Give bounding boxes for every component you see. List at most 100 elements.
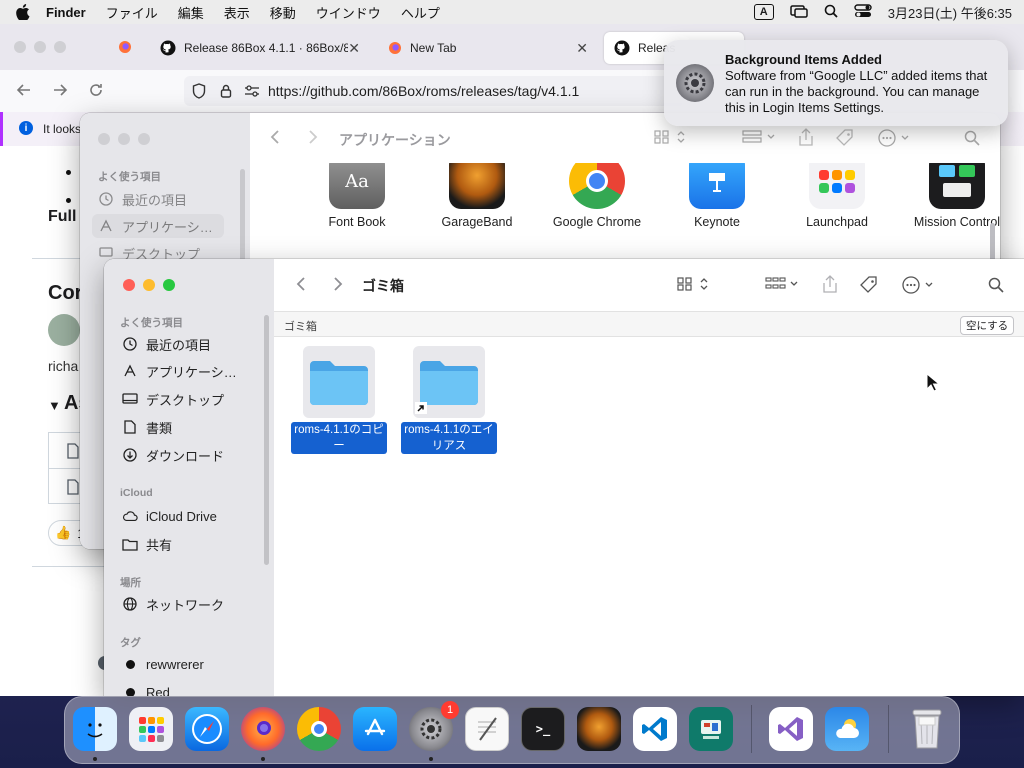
app-mission-control[interactable]: Mission Control xyxy=(902,163,1000,229)
trash-icon[interactable] xyxy=(905,707,949,751)
empty-trash-button[interactable]: 空にする xyxy=(960,316,1015,335)
menu-edit[interactable]: 編集 xyxy=(178,3,204,22)
back-icon[interactable] xyxy=(16,82,32,101)
browser-window-controls[interactable] xyxy=(14,41,66,53)
garageband-icon[interactable] xyxy=(577,707,621,751)
tab-new-tab[interactable]: New Tab ✕ xyxy=(378,32,598,64)
contributor-name[interactable]: richa xyxy=(48,358,78,374)
minimize-window-button[interactable] xyxy=(34,41,46,53)
tracking-shield-icon[interactable] xyxy=(192,83,206,99)
close-window-button[interactable] xyxy=(14,41,26,53)
file-item-alias[interactable]: roms-4.1.1のエイ リアス xyxy=(399,346,499,454)
back-icon[interactable] xyxy=(296,276,306,292)
menu-help[interactable]: ヘルプ xyxy=(401,3,440,22)
trash-header-bar: ゴミ箱 空にする xyxy=(274,311,1024,337)
close-tab-icon[interactable]: ✕ xyxy=(576,40,588,57)
zoom-window-button[interactable] xyxy=(138,133,150,145)
back-icon[interactable] xyxy=(270,129,280,145)
close-window-button[interactable] xyxy=(123,279,135,291)
url-text[interactable]: https://github.com/86Box/roms/releases/t… xyxy=(268,83,579,99)
menu-window[interactable]: ウインドウ xyxy=(316,3,381,22)
chevron-down-icon[interactable]: ▼ xyxy=(48,398,61,413)
system-settings-icon[interactable]: 1 xyxy=(409,701,459,751)
input-mode-indicator[interactable]: A xyxy=(753,4,774,20)
desktop-icon xyxy=(122,391,138,407)
activity-icon[interactable] xyxy=(689,707,733,751)
tag-icon[interactable] xyxy=(860,276,878,294)
sidebar-item-recents[interactable]: 最近の項目 xyxy=(92,187,226,211)
file-item-copy[interactable]: roms-4.1.1のコピー xyxy=(289,346,389,454)
sidebar-item-applications[interactable]: アプリケーシ… xyxy=(122,359,237,383)
terminal-icon[interactable]: >_ xyxy=(521,707,565,751)
sidebar-item-recents[interactable]: 最近の項目 xyxy=(122,332,211,356)
sidebar-item-downloads[interactable]: ダウンロード xyxy=(122,443,224,467)
menu-view[interactable]: 表示 xyxy=(224,3,250,22)
app-store-icon[interactable] xyxy=(353,707,397,751)
menu-file[interactable]: ファイル xyxy=(106,3,158,22)
group-icon[interactable] xyxy=(742,129,778,145)
sidebar-item-desktop[interactable]: デスクトップ xyxy=(122,387,224,411)
zoom-window-button[interactable] xyxy=(54,41,66,53)
more-actions-icon[interactable] xyxy=(878,129,914,147)
app-garageband[interactable]: GarageBand xyxy=(422,163,532,229)
firefox-tab-icon[interactable] xyxy=(118,40,132,57)
view-grid-icon[interactable] xyxy=(654,129,688,145)
zoom-window-button[interactable] xyxy=(163,279,175,291)
tag-icon[interactable] xyxy=(836,129,854,147)
share-icon[interactable] xyxy=(822,275,838,293)
sidebar-item-tag[interactable]: rewwrerer xyxy=(122,652,204,676)
weather-icon[interactable] xyxy=(825,707,869,751)
launchpad-icon[interactable] xyxy=(129,707,173,751)
textedit-icon[interactable] xyxy=(465,707,509,751)
lock-icon[interactable] xyxy=(220,84,232,98)
contributors-heading: Cor xyxy=(48,282,83,304)
vscode-icon[interactable] xyxy=(633,707,677,751)
control-center-icon[interactable] xyxy=(854,3,872,21)
screen-mirroring-icon[interactable] xyxy=(789,4,808,21)
view-grid-icon[interactable] xyxy=(677,276,711,292)
sidebar-item-applications[interactable]: アプリケーシ… xyxy=(92,214,224,238)
background-items-notification[interactable]: Background Items Added Software from “Go… xyxy=(664,40,1008,126)
search-icon[interactable] xyxy=(988,277,1004,293)
app-keynote[interactable]: Keynote xyxy=(662,163,772,229)
apple-menu-icon[interactable] xyxy=(14,3,32,21)
download-icon xyxy=(122,447,138,463)
menu-app-name[interactable]: Finder xyxy=(46,5,86,20)
menubar-clock[interactable]: 3月23日(土) 午後6:35 xyxy=(888,3,1012,22)
window-controls[interactable] xyxy=(123,279,175,291)
minimize-window-button[interactable] xyxy=(143,279,155,291)
window-controls[interactable] xyxy=(98,133,150,145)
sidebar-item-label: ネットワーク xyxy=(146,597,225,613)
close-tab-icon[interactable]: ✕ xyxy=(348,40,360,57)
app-launchpad[interactable]: Launchpad xyxy=(782,163,892,229)
group-icon[interactable] xyxy=(765,276,801,292)
search-icon[interactable] xyxy=(964,130,980,146)
sidebar-item-network[interactable]: ネットワーク xyxy=(122,592,224,616)
sidebar-item-tag-red[interactable]: Red xyxy=(122,680,170,696)
chrome-icon[interactable] xyxy=(297,707,341,751)
spotlight-icon[interactable] xyxy=(824,4,838,21)
app-font-book[interactable]: Aa Font Book xyxy=(302,163,412,229)
minimize-window-button[interactable] xyxy=(118,133,130,145)
visual-studio-icon[interactable] xyxy=(769,707,813,751)
forward-icon[interactable] xyxy=(52,82,68,101)
reload-icon[interactable] xyxy=(88,82,104,101)
sidebar-scrollbar[interactable] xyxy=(264,315,269,565)
safari-icon[interactable] xyxy=(185,707,229,751)
menu-go[interactable]: 移動 xyxy=(270,3,296,22)
more-actions-icon[interactable] xyxy=(902,276,938,294)
forward-icon[interactable] xyxy=(308,129,318,145)
close-window-button[interactable] xyxy=(98,133,110,145)
firefox-icon[interactable] xyxy=(241,707,285,751)
avatar[interactable] xyxy=(48,314,80,346)
sidebar-item-documents[interactable]: 書類 xyxy=(122,415,172,439)
forward-icon[interactable] xyxy=(333,276,343,292)
site-permissions-icon[interactable] xyxy=(244,85,260,97)
url-bar[interactable]: https://github.com/86Box/roms/releases/t… xyxy=(184,76,684,106)
share-icon[interactable] xyxy=(798,128,814,146)
app-google-chrome[interactable]: Google Chrome xyxy=(542,163,652,229)
finder-icon[interactable] xyxy=(73,707,117,751)
sidebar-item-icloud-drive[interactable]: iCloud Drive xyxy=(122,504,217,528)
sidebar-item-shared[interactable]: 共有 xyxy=(122,532,172,556)
tab-release-86box[interactable]: Release 86Box 4.1.1 · 86Box/86 ✕ xyxy=(150,32,370,64)
